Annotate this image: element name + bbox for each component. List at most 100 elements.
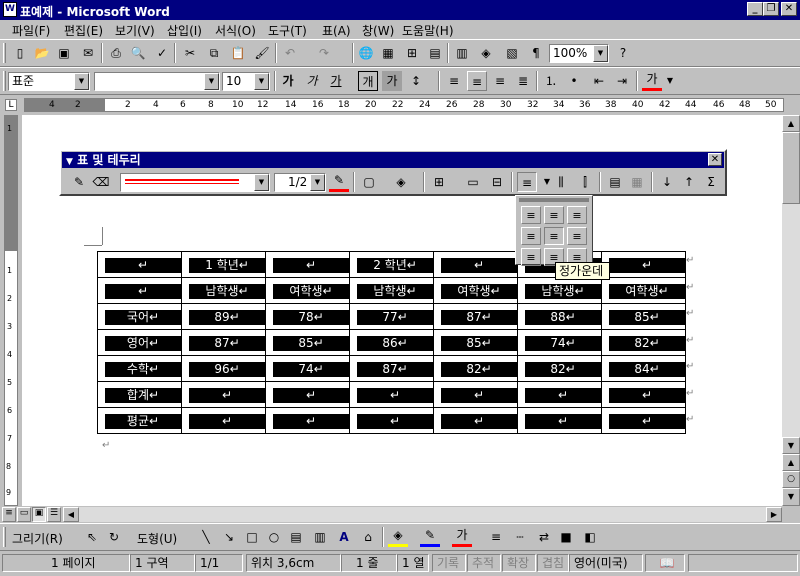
- outside-border-icon[interactable]: ▢: [359, 172, 379, 192]
- table-cell[interactable]: 합계↵: [97, 381, 182, 408]
- status-record[interactable]: 기록: [432, 554, 466, 572]
- document-map-icon[interactable]: ▧: [502, 43, 522, 63]
- line-style-icon[interactable]: ≡: [486, 527, 506, 547]
- textbox-icon[interactable]: ▤: [286, 527, 306, 547]
- scroll-up-icon[interactable]: ▲: [782, 115, 800, 132]
- format-painter-icon[interactable]: 🖌: [252, 43, 272, 63]
- menu-format[interactable]: 서식(O): [215, 22, 256, 39]
- align-right-icon[interactable]: ≡: [490, 71, 510, 91]
- horizontal-ruler[interactable]: L 4 2 2 4 6 8 10 12 14 16 18 20 22 24 26…: [0, 95, 800, 115]
- menu-table[interactable]: 표(A): [322, 22, 351, 39]
- insert-table-icon[interactable]: ⊞: [402, 43, 422, 63]
- wordart-icon[interactable]: A: [334, 527, 354, 547]
- font-color-button[interactable]: 가: [642, 71, 662, 91]
- table-cell[interactable]: 74↵: [265, 355, 350, 382]
- new-document-icon[interactable]: ▯: [10, 43, 30, 63]
- draw-table-icon[interactable]: ✎: [69, 172, 89, 192]
- border-color-icon[interactable]: ✎: [329, 172, 349, 192]
- status-track[interactable]: 추적: [467, 554, 501, 572]
- select-browse-object-icon[interactable]: ○: [782, 471, 800, 488]
- status-language[interactable]: 영어(미국): [569, 554, 643, 572]
- toolbar-titlebar[interactable]: ▼ 표 및 테두리 ✕: [62, 152, 724, 168]
- table-cell[interactable]: ↵: [433, 407, 518, 434]
- chevron-down-icon[interactable]: ▼: [204, 73, 219, 90]
- table-cell[interactable]: ↵: [349, 407, 434, 434]
- cell-alignment-dropdown[interactable]: ≡ ≡ ≡ ≡ ≡ ≡ ≡ ≡ ≡: [515, 195, 593, 266]
- table-grid-icon[interactable]: ▦: [627, 172, 647, 192]
- chevron-down-icon[interactable]: ▼: [74, 73, 89, 90]
- menu-view[interactable]: 보기(V): [115, 22, 155, 39]
- arrow-icon[interactable]: ↘: [219, 527, 239, 547]
- table-cell[interactable]: 남학생↵: [181, 277, 266, 304]
- free-rotate-icon[interactable]: ↻: [104, 527, 124, 547]
- table-cell[interactable]: 여학생↵: [601, 277, 686, 304]
- table-cell[interactable]: 82↵: [433, 355, 518, 382]
- table-cell[interactable]: 87↵: [433, 303, 518, 330]
- next-page-icon[interactable]: ▼: [782, 488, 800, 506]
- table-cell[interactable]: 82↵: [601, 329, 686, 356]
- outline-view-icon[interactable]: ☰: [47, 507, 61, 522]
- scroll-left-icon[interactable]: ◀: [63, 507, 79, 522]
- line-style-select[interactable]: ▼: [120, 173, 270, 192]
- table-cell[interactable]: ↵: [349, 381, 434, 408]
- style-select[interactable]: 표준 ▼: [8, 72, 90, 91]
- vertical-ruler[interactable]: 1 1 2 3 4 5 6 7 8 9: [0, 115, 22, 506]
- table-cell[interactable]: 2 학년↵: [349, 251, 434, 278]
- tab-selector-icon[interactable]: L: [5, 99, 17, 111]
- table-cell[interactable]: 수학↵: [97, 355, 182, 382]
- close-button[interactable]: ✕: [781, 2, 797, 16]
- table-cell[interactable]: 87↵: [181, 329, 266, 356]
- table-autoformat-icon[interactable]: ▤: [605, 172, 625, 192]
- spelling-status-icon[interactable]: 📖: [645, 554, 685, 572]
- align-middle-left-icon[interactable]: ≡: [521, 227, 541, 245]
- align-top-left-icon[interactable]: ≡: [521, 206, 541, 224]
- table-cell[interactable]: 85↵: [601, 303, 686, 330]
- table-cell[interactable]: 77↵: [349, 303, 434, 330]
- menu-tools[interactable]: 도구(T): [268, 22, 307, 39]
- web-layout-icon[interactable]: ▭: [17, 507, 31, 522]
- char-border-button[interactable]: 개: [358, 71, 378, 91]
- tables-borders-icon[interactable]: ▦: [378, 43, 398, 63]
- vertical-scrollbar[interactable]: ▲ ▼ ▲ ○ ▼: [782, 115, 800, 506]
- table-cell[interactable]: 85↵: [433, 329, 518, 356]
- bold-button[interactable]: 가: [278, 71, 298, 91]
- table-cell[interactable]: 89↵: [181, 303, 266, 330]
- dropdown-drag-handle[interactable]: [519, 198, 589, 202]
- drawing-icon[interactable]: ◈: [476, 43, 496, 63]
- open-folder-icon[interactable]: 📂: [32, 43, 52, 63]
- word-app-icon[interactable]: W: [3, 2, 17, 17]
- menu-edit[interactable]: 편집(E): [64, 22, 103, 39]
- vertical-textbox-icon[interactable]: ▥: [310, 527, 330, 547]
- status-extend[interactable]: 확장: [502, 554, 536, 572]
- chevron-down-icon[interactable]: ▼: [310, 174, 325, 191]
- line-weight-select[interactable]: 1/2 ▼: [274, 173, 326, 192]
- close-icon[interactable]: ✕: [708, 153, 722, 166]
- hyperlink-icon[interactable]: 🌐: [356, 43, 376, 63]
- toolbar-grip[interactable]: [3, 527, 6, 547]
- table-cell[interactable]: 85↵: [265, 329, 350, 356]
- chevron-down-icon[interactable]: ▼: [593, 45, 608, 62]
- cut-icon[interactable]: ✂: [180, 43, 200, 63]
- align-center-icon[interactable]: ≡: [467, 71, 487, 91]
- align-bottom-left-icon[interactable]: ≡: [521, 248, 541, 266]
- table-cell[interactable]: 78↵: [265, 303, 350, 330]
- distribute-icon[interactable]: ≣: [513, 71, 533, 91]
- line-color-icon[interactable]: ✎: [420, 527, 440, 547]
- menu-file[interactable]: 파일(F): [12, 22, 50, 39]
- oval-icon[interactable]: ○: [264, 527, 284, 547]
- table-cell[interactable]: 84↵: [601, 355, 686, 382]
- dash-style-icon[interactable]: ┄: [510, 527, 530, 547]
- menu-window[interactable]: 창(W): [362, 22, 394, 39]
- show-hide-icon[interactable]: ¶: [526, 43, 546, 63]
- increase-indent-icon[interactable]: ⇥: [612, 71, 632, 91]
- shading-color-icon[interactable]: ◈: [391, 172, 411, 192]
- table-cell[interactable]: ↵: [433, 251, 518, 278]
- cell-alignment-icon[interactable]: ≡: [517, 172, 537, 192]
- table-cell[interactable]: ↵: [601, 407, 686, 434]
- font-color-icon[interactable]: 가: [452, 527, 472, 547]
- chevron-down-icon[interactable]: ▼: [254, 73, 269, 90]
- arrow-style-icon[interactable]: ⇄: [534, 527, 554, 547]
- numbering-icon[interactable]: ⒈: [541, 71, 561, 91]
- table-cell[interactable]: 영어↵: [97, 329, 182, 356]
- char-scale-icon[interactable]: ↕: [406, 71, 426, 91]
